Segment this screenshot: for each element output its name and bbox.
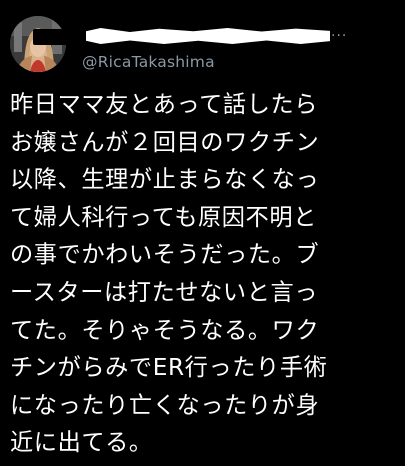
tweet: ··· @RicaTakashima 昨日ママ友とあって話したら お嬢さんが２回… [0,0,405,466]
more-options-icon[interactable]: ··· [331,28,347,44]
avatar-censor-bar [33,29,81,45]
tweet-text-line: の事でかわいそうだった。ブ [10,241,320,269]
tweet-text-line: になったり亡くなったりが身 [10,391,320,419]
display-name-redacted [86,28,330,44]
tweet-text-line: お嬢さんが２回目のワクチン [10,128,320,156]
tweet-text-line: 以降、生理が止まらなくなっ [10,166,320,194]
tweet-text-line: 近に出てる。 [10,429,153,457]
tweet-text-line: て婦人科行っても原因不明と [10,203,317,231]
tweet-text: 昨日ママ友とあって話したら お嬢さんが２回目のワクチン 以降、生理が止まらなくな… [10,86,405,462]
tweet-text-line: チンがらみでER行ったり手術 [10,354,328,382]
tweet-text-line: ースターは打たせないと言っ [10,278,319,306]
user-handle[interactable]: @RicaTakashima [82,53,215,71]
tweet-text-line: てた。そりゃそうなる。ワク [10,316,320,344]
tweet-text-line: 昨日ママ友とあって話したら [10,91,319,118]
